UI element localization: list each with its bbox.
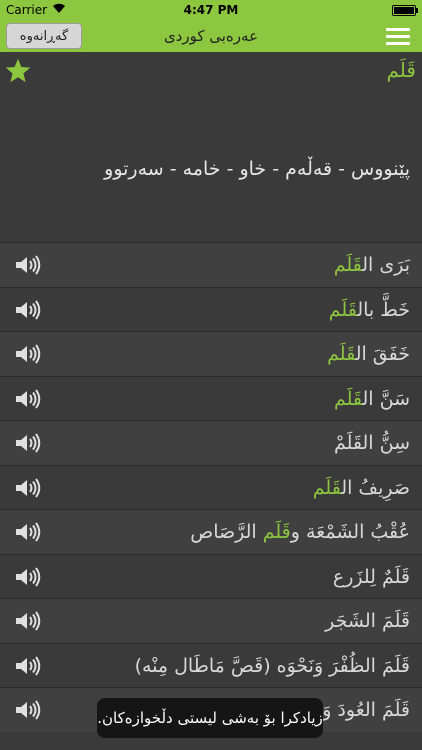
page-title: عەرەبی كوردی [163,27,259,45]
speaker-icon[interactable] [14,521,42,543]
phrase-text: عُقْبُ الشَمْعَة وقَلَم الرَّصَاص [190,510,410,554]
entry-word: قَلَم [386,58,417,82]
list-item[interactable]: سِنُّ القَلَمْ [0,420,422,465]
phrase-part: قَلَمٌ لِلزَرع [332,565,410,588]
phrase-part: قَلَمَ الشَجَر [325,610,410,632]
list-item[interactable]: قَلَمَ الشَجَر [0,598,422,643]
toast-message: زیادکرا بۆ بەشی لیستی دڵخوازەکان. [97,698,323,738]
list-item[interactable]: سَنَّ القَلَم [0,375,422,421]
speaker-icon[interactable] [14,699,42,721]
phrase-highlight: قَلَم [327,343,356,365]
phrase-part: عُقْبُ الشَمْعَة و [290,521,410,543]
phrase-highlight: قَلَم [262,521,291,543]
speaker-icon[interactable] [14,343,42,365]
phrase-text: صَرِيفُ القَلَم [313,466,410,510]
phrase-highlight: قَلَم [328,298,358,321]
star-icon[interactable] [4,57,32,85]
phrase-part: خَفَقَ ال [355,343,410,365]
phrase-text: خَفَقَ القَلَم [327,332,410,376]
phrase-text: خَطَّ بالقَلَم [329,288,410,332]
phrase-part: سِنُّ القَلَمْ [333,432,410,454]
speaker-icon[interactable] [14,566,42,588]
speaker-icon[interactable] [14,388,42,410]
list-item[interactable]: خَطَّ بالقَلَم [0,286,422,332]
phrase-part: بَرَى ال [362,254,410,276]
phrase-part: قَلَمَ الظُفْرَ وَنَحْوَه (قَصَّ مَاطَال… [134,654,410,677]
status-bar: Carrier 4:47 PM [0,0,422,20]
list-item[interactable]: خَفَقَ القَلَم [0,331,422,376]
phrase-part: صَرِيفُ ال [341,476,410,499]
entry-header: قَلَم پێنووس - قەڵەم - خاو - خامە - سەرت… [0,52,422,242]
phrase-text: قَلَمَ الظُفْرَ وَنَحْوَه (قَصَّ مَاطَال… [135,644,410,688]
list-item[interactable]: قَلَمٌ لِلزَرع [0,553,422,599]
phrase-list: بَرَى القَلَم خَطَّ بالقَلَم خَفَقَ القَلَ… [0,242,422,732]
speaker-icon[interactable] [14,432,42,454]
phrase-text: بَرَى القَلَم [334,243,410,287]
phrase-part: سَنَّ ال [362,387,411,410]
phrase-text: قَلَمَ الشَجَر [325,599,410,643]
phrase-part-after: الرَّصَاص [190,521,263,543]
phrase-text: سِنُّ القَلَمْ [334,421,410,465]
speaker-icon[interactable] [14,610,42,632]
navigation-bar: گەڕانەوە عەرەبی كوردی [0,20,422,52]
entry-meaning: پێنووس - قەڵەم - خاو - خامە - سەرتوو [104,158,410,180]
status-time: 4:47 PM [183,3,239,17]
phrase-highlight: قَلَم [312,476,342,499]
list-item[interactable]: عُقْبُ الشَمْعَة وقَلَم الرَّصَاص [0,509,422,554]
phrase-text: سَنَّ القَلَم [334,377,410,421]
hamburger-menu-icon[interactable] [386,28,410,46]
speaker-icon[interactable] [14,254,42,276]
speaker-icon[interactable] [14,299,42,321]
phrase-text: قَلَمٌ لِلزَرع [333,555,410,599]
phrase-highlight: قَلَم [333,387,363,410]
speaker-icon[interactable] [14,477,42,499]
list-item[interactable]: قَلَمَ الظُفْرَ وَنَحْوَه (قَصَّ مَاطَال… [0,642,422,688]
list-item[interactable]: صَرِيفُ القَلَم [0,464,422,510]
phrase-highlight: قَلَم [333,254,363,276]
list-item[interactable]: بَرَى القَلَم [0,242,422,287]
battery-icon [392,5,418,16]
phrase-part: خَطَّ بال [357,298,410,321]
speaker-icon[interactable] [14,655,42,677]
